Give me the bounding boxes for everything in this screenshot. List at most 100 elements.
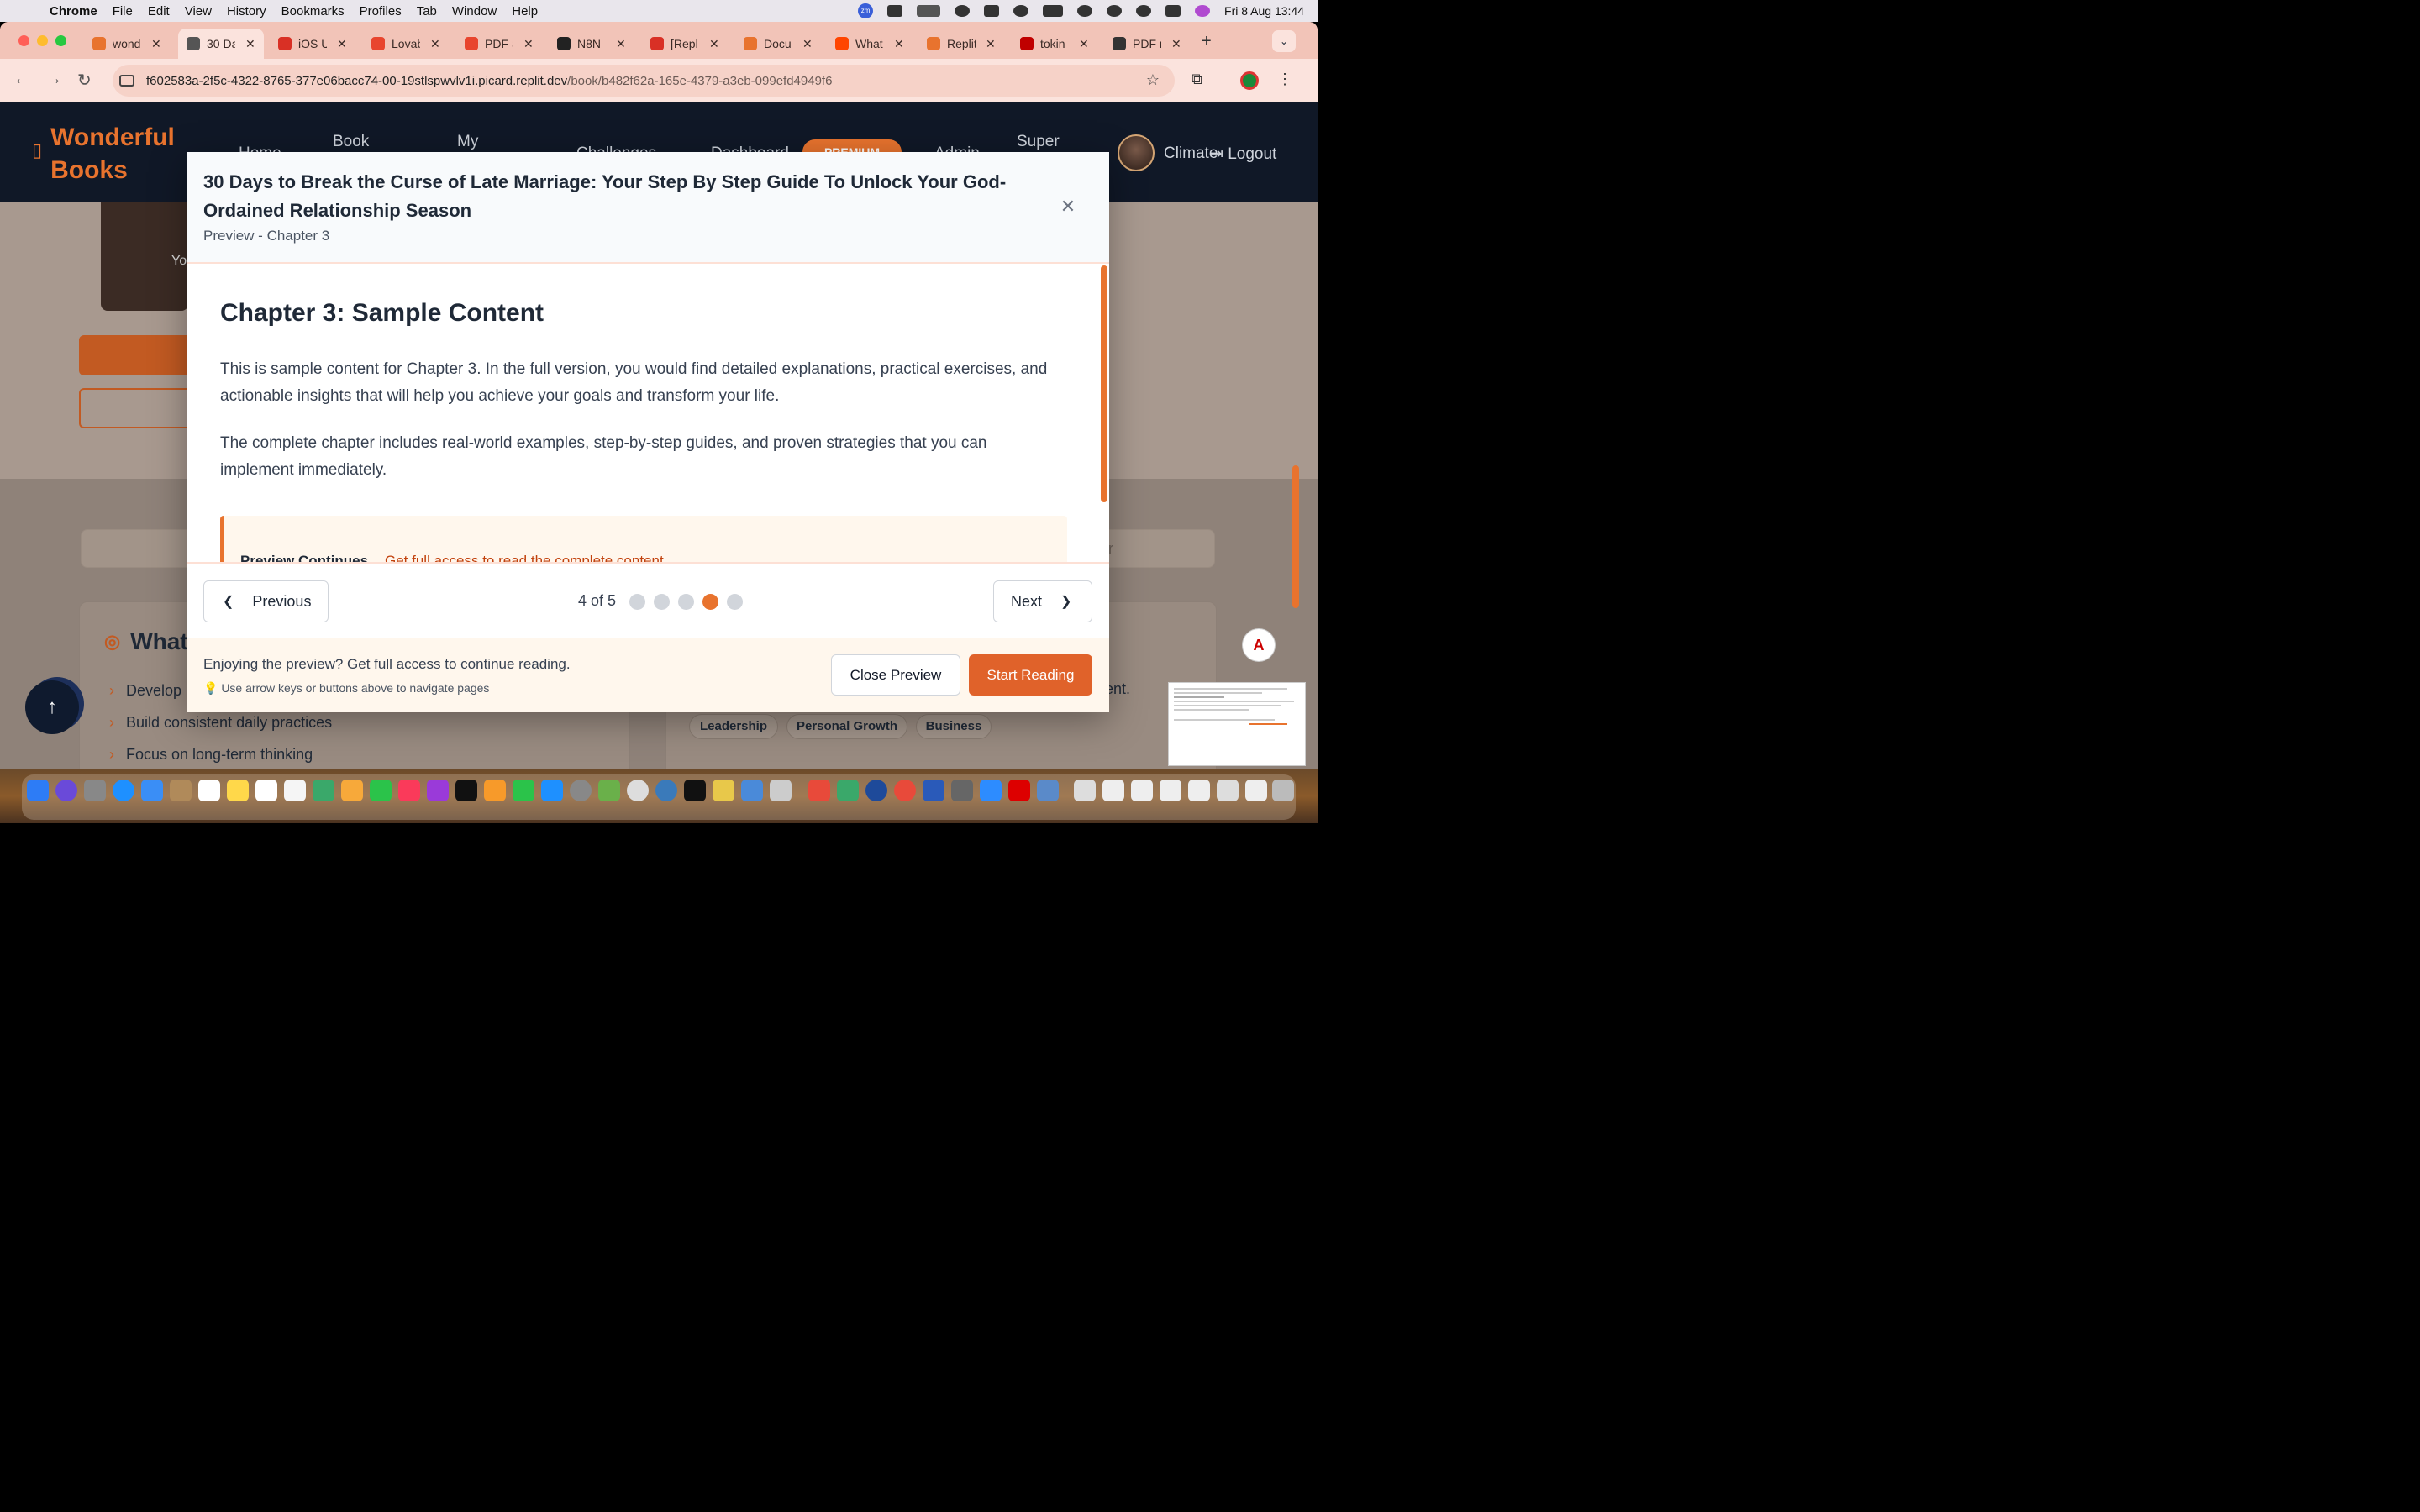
- reminders-icon[interactable]: [284, 780, 306, 801]
- zoom-status-icon[interactable]: zm: [858, 3, 874, 18]
- bookmark-star-icon[interactable]: ☆: [1146, 71, 1160, 89]
- recent-document-thumb[interactable]: [1074, 780, 1096, 801]
- tab-close-icon[interactable]: ✕: [430, 37, 440, 51]
- screen-share-icon[interactable]: [887, 5, 903, 17]
- control-center-icon[interactable]: [1165, 5, 1181, 17]
- mail-icon[interactable]: [141, 780, 163, 801]
- app-icon-pineapple[interactable]: [598, 780, 620, 801]
- start-reading-button[interactable]: Start Reading: [969, 654, 1092, 696]
- close-icon[interactable]: ✕: [1057, 196, 1079, 218]
- calendar-icon[interactable]: [198, 780, 220, 801]
- tab-close-icon[interactable]: ✕: [802, 37, 813, 51]
- page-dot-1[interactable]: [629, 594, 645, 610]
- previous-button[interactable]: ❮ Previous: [203, 580, 329, 622]
- podcasts-icon[interactable]: [427, 780, 449, 801]
- facetime-icon[interactable]: [370, 780, 392, 801]
- tab-9[interactable]: What ✕: [835, 29, 904, 59]
- recent-document-thumb[interactable]: [1217, 780, 1239, 801]
- siri-dock-icon[interactable]: [55, 780, 77, 801]
- tab-10[interactable]: Replit ✕: [927, 29, 996, 59]
- launchpad-icon[interactable]: [84, 780, 106, 801]
- address-bar[interactable]: f602583a-2f5c-4322-8765-377e06bacc74-00-…: [113, 65, 1175, 97]
- close-window-button[interactable]: [18, 35, 29, 46]
- maximize-window-button[interactable]: [55, 35, 66, 46]
- creative-cloud-icon[interactable]: [955, 5, 971, 17]
- recent-document-thumb[interactable]: [1245, 780, 1267, 801]
- screenshot-thumbnail[interactable]: [1168, 682, 1306, 766]
- menu-bookmarks[interactable]: Bookmarks: [281, 4, 345, 18]
- photos-icon[interactable]: [341, 780, 363, 801]
- app-store-icon[interactable]: [541, 780, 563, 801]
- app-icon-v[interactable]: [684, 780, 706, 801]
- modal-scrollbar[interactable]: [1101, 265, 1107, 502]
- tab-3[interactable]: iOS U ✕: [278, 29, 347, 59]
- next-button[interactable]: Next ❯: [993, 580, 1092, 622]
- wifi-icon[interactable]: [1077, 5, 1093, 17]
- acrobat-pdf-icon[interactable]: A: [1242, 628, 1276, 662]
- forward-arrow-icon[interactable]: →: [45, 70, 62, 89]
- site-logo[interactable]: ▯ Wonderful Books: [32, 121, 185, 186]
- menu-file[interactable]: File: [113, 4, 133, 18]
- tab-6[interactable]: N8N ✕: [557, 29, 626, 59]
- notes-icon[interactable]: [227, 780, 249, 801]
- app-icon-star[interactable]: [713, 780, 734, 801]
- freeform-icon[interactable]: [255, 780, 277, 801]
- trash-icon[interactable]: [1272, 780, 1294, 801]
- app-icon-compass[interactable]: [627, 780, 649, 801]
- recent-document-thumb[interactable]: [1102, 780, 1124, 801]
- system-settings-icon[interactable]: [570, 780, 592, 801]
- time-machine-icon[interactable]: [1107, 5, 1123, 17]
- safari-icon[interactable]: [113, 780, 134, 801]
- maps-icon[interactable]: [313, 780, 334, 801]
- app-icon-green[interactable]: [837, 780, 859, 801]
- chrome-icon[interactable]: [894, 780, 916, 801]
- page-dot-5[interactable]: [727, 594, 743, 610]
- menu-profiles[interactable]: Profiles: [360, 4, 402, 18]
- teamviewer-icon[interactable]: [865, 780, 887, 801]
- recent-document-thumb[interactable]: [1131, 780, 1153, 801]
- page-dot-2[interactable]: [654, 594, 670, 610]
- tab-close-icon[interactable]: ✕: [151, 37, 161, 51]
- app-icon-frame[interactable]: [741, 780, 763, 801]
- menu-view[interactable]: View: [185, 4, 212, 18]
- tab-search-chevron-icon[interactable]: ⌄: [1272, 30, 1296, 52]
- tab-4[interactable]: Lovab ✕: [371, 29, 440, 59]
- back-arrow-icon[interactable]: ←: [13, 70, 30, 89]
- app-icon-browser[interactable]: [655, 780, 677, 801]
- page-dot-3[interactable]: [678, 594, 694, 610]
- nav-book[interactable]: Book: [333, 133, 369, 151]
- profile-avatar-icon[interactable]: [1240, 71, 1259, 90]
- recent-document-thumb[interactable]: [1160, 780, 1181, 801]
- close-preview-button[interactable]: Close Preview: [831, 654, 960, 696]
- menu-clock[interactable]: Fri 8 Aug 13:44: [1224, 4, 1304, 18]
- browser-menu-kebab-icon[interactable]: ⋮: [1277, 71, 1292, 88]
- tab-1[interactable]: wond ✕: [92, 29, 161, 59]
- tab-12[interactable]: PDF r ✕: [1113, 29, 1181, 59]
- nav-my[interactable]: My: [457, 133, 478, 151]
- printer-icon[interactable]: [951, 780, 973, 801]
- scroll-to-top-arrow-icon[interactable]: ↑: [25, 680, 79, 734]
- menu-history[interactable]: History: [227, 4, 266, 18]
- menu-window[interactable]: Window: [452, 4, 497, 18]
- play-icon[interactable]: [1013, 5, 1029, 17]
- menu-help[interactable]: Help: [512, 4, 538, 18]
- extensions-puzzle-icon[interactable]: ⧉: [1192, 71, 1202, 88]
- tab-8[interactable]: Docu ✕: [744, 29, 813, 59]
- tab-5[interactable]: PDF S ✕: [465, 29, 534, 59]
- page-dot-4-active[interactable]: [702, 594, 718, 610]
- app-icon-screenshot[interactable]: [1037, 780, 1059, 801]
- new-tab-plus-icon[interactable]: +: [1202, 32, 1212, 51]
- modal-content[interactable]: Chapter 3: Sample Content This is sample…: [187, 265, 1109, 562]
- app-icon-anydesk[interactable]: [808, 780, 830, 801]
- word-icon[interactable]: [923, 780, 944, 801]
- messages-icon[interactable]: [513, 780, 534, 801]
- bi-icon[interactable]: [984, 5, 1000, 17]
- reload-icon[interactable]: ↻: [77, 70, 92, 91]
- menu-app-name[interactable]: Chrome: [50, 4, 97, 18]
- recent-document-thumb[interactable]: [1188, 780, 1210, 801]
- acrobat-dock-icon[interactable]: [1008, 780, 1030, 801]
- tab-close-icon[interactable]: ✕: [523, 37, 534, 51]
- minimize-window-button[interactable]: [37, 35, 48, 46]
- tab-close-icon[interactable]: ✕: [337, 37, 347, 51]
- tab-close-icon[interactable]: ✕: [616, 37, 626, 51]
